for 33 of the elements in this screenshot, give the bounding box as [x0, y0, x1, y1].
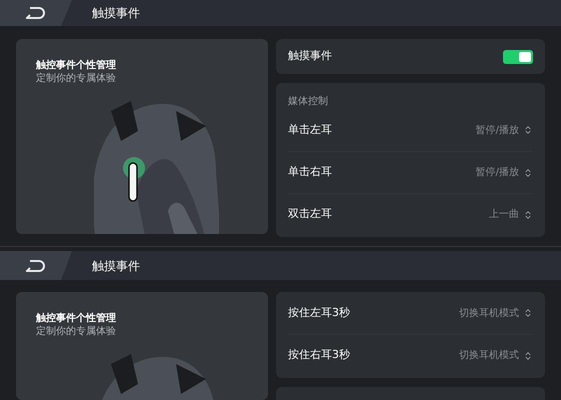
setting-label: 按住左耳3秒: [288, 304, 350, 321]
chevron-up-down-icon: [523, 210, 533, 220]
chevron-up-down-icon: [523, 308, 533, 318]
back-icon: [25, 260, 47, 272]
setting-row[interactable]: 按住左耳3秒 切换耳机模式: [288, 292, 533, 334]
chevron-up-down-icon: [523, 125, 533, 135]
setting-value: 切换耳机模式: [459, 306, 519, 320]
page-title: 触摸事件: [92, 258, 140, 274]
toggle-switch[interactable]: [503, 50, 533, 64]
setting-row[interactable]: 按住右耳3秒 切换耳机模式: [288, 334, 533, 376]
back-button[interactable]: [0, 251, 72, 280]
setting-value: 暂停/播放: [476, 166, 519, 180]
setting-row[interactable]: 单击左耳 暂停/播放: [288, 109, 533, 151]
setting-label: 触摸事件: [288, 48, 332, 64]
banner-title: 触控事件个性管理: [36, 312, 117, 325]
setting-label: 双击左耳: [288, 206, 332, 222]
setting-value: 切换耳机模式: [459, 348, 519, 363]
setting-value: 上一曲: [489, 208, 519, 222]
setting-label: 按住右耳3秒: [288, 347, 350, 364]
setting-value: 暂停/播放: [476, 124, 519, 138]
banner-title: 触控事件个性管理: [36, 59, 117, 72]
page-title: 触摸事件: [92, 5, 140, 22]
chevron-up-down-icon: [523, 168, 533, 178]
back-button[interactable]: [0, 0, 72, 26]
banner-subtitle: 定制你的专属体验: [36, 325, 117, 338]
setting-row[interactable]: 双击左耳 上一曲: [288, 193, 533, 235]
back-icon: [25, 7, 47, 19]
section-heading: 媒体控制: [288, 94, 329, 109]
banner-subtitle: 定制你的专属体验: [36, 72, 117, 85]
setting-label: 单击左耳: [288, 122, 332, 138]
setting-row[interactable]: 单击右耳 暂停/播放: [288, 151, 533, 193]
chevron-up-down-icon: [523, 350, 533, 360]
setting-label: 单击右耳: [288, 164, 332, 180]
